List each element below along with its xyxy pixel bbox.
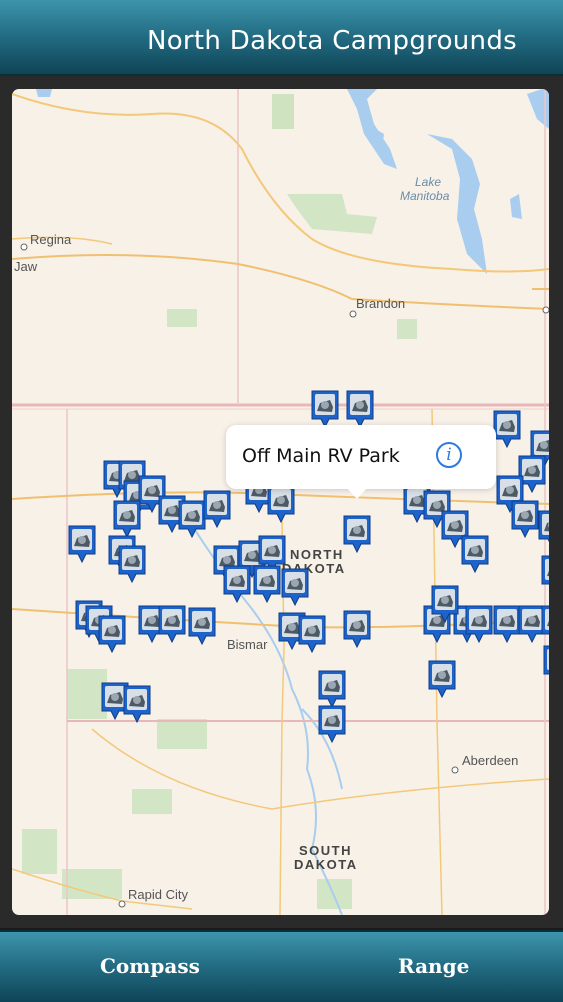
info-icon[interactable]: i: [436, 442, 462, 468]
campground-pin-icon[interactable]: [510, 499, 540, 539]
label-north-dakota-1: NORTH: [290, 547, 344, 562]
campground-pin-icon[interactable]: [540, 554, 549, 594]
map-frame: Regina Jaw Lake Manitoba Brandon NORTH D…: [0, 76, 563, 928]
label-south-dakota-1: SOUTH: [299, 843, 352, 858]
map-view[interactable]: Regina Jaw Lake Manitoba Brandon NORTH D…: [12, 89, 549, 915]
campground-pin-icon[interactable]: [266, 484, 296, 524]
campground-pin-icon[interactable]: [317, 669, 347, 709]
label-brandon: Brandon: [356, 296, 405, 311]
range-button[interactable]: Range: [398, 954, 469, 978]
label-south-dakota-2: DAKOTA: [294, 857, 358, 872]
campground-pin-icon[interactable]: [187, 606, 217, 646]
campground-pin-icon[interactable]: [122, 684, 152, 724]
campground-pin-icon[interactable]: [345, 389, 375, 429]
campground-pin-icon[interactable]: [252, 564, 282, 604]
campground-pin-icon[interactable]: [280, 567, 310, 607]
callout-title: Off Main RV Park: [242, 445, 400, 467]
campground-pin-icon[interactable]: [464, 604, 494, 644]
campground-callout[interactable]: Off Main RV Park i: [226, 425, 496, 499]
campground-pin-icon[interactable]: [430, 584, 460, 624]
label-lake-manitoba-2: Manitoba: [400, 189, 450, 203]
bottom-toolbar: Compass Range: [0, 930, 563, 1002]
campground-pin-icon[interactable]: [297, 614, 327, 654]
label-regina: Regina: [30, 232, 72, 247]
campground-pin-icon[interactable]: [67, 524, 97, 564]
campground-pin-icon[interactable]: [542, 644, 549, 684]
campground-pin-icon[interactable]: [117, 544, 147, 584]
campground-pin-icon[interactable]: [342, 609, 372, 649]
label-jaw: Jaw: [14, 259, 38, 274]
campground-pin-icon[interactable]: [342, 514, 372, 554]
compass-button[interactable]: Compass: [100, 954, 200, 978]
page-title: North Dakota Campgrounds: [146, 26, 517, 56]
campground-pin-icon[interactable]: [427, 659, 457, 699]
campground-pin-icon[interactable]: [112, 499, 142, 539]
campground-pin-icon[interactable]: [222, 564, 252, 604]
label-bismarck: Bismar: [227, 637, 268, 652]
campground-pin-icon[interactable]: [310, 389, 340, 429]
campground-pin-icon[interactable]: [317, 704, 347, 744]
app-header: North Dakota Campgrounds: [0, 0, 563, 76]
campground-pin-icon[interactable]: [460, 534, 490, 574]
label-aberdeen: Aberdeen: [462, 753, 518, 768]
campground-pin-icon[interactable]: [492, 409, 522, 449]
label-lake-manitoba-1: Lake: [415, 175, 441, 189]
callout-tail: [346, 487, 368, 499]
label-rapid-city: Rapid City: [128, 887, 188, 902]
campground-pin-icon[interactable]: [540, 604, 549, 644]
campground-pin-icon[interactable]: [202, 489, 232, 529]
campground-pin-icon[interactable]: [537, 509, 549, 549]
campground-pin-icon[interactable]: [157, 604, 187, 644]
campground-pin-icon[interactable]: [97, 614, 127, 654]
